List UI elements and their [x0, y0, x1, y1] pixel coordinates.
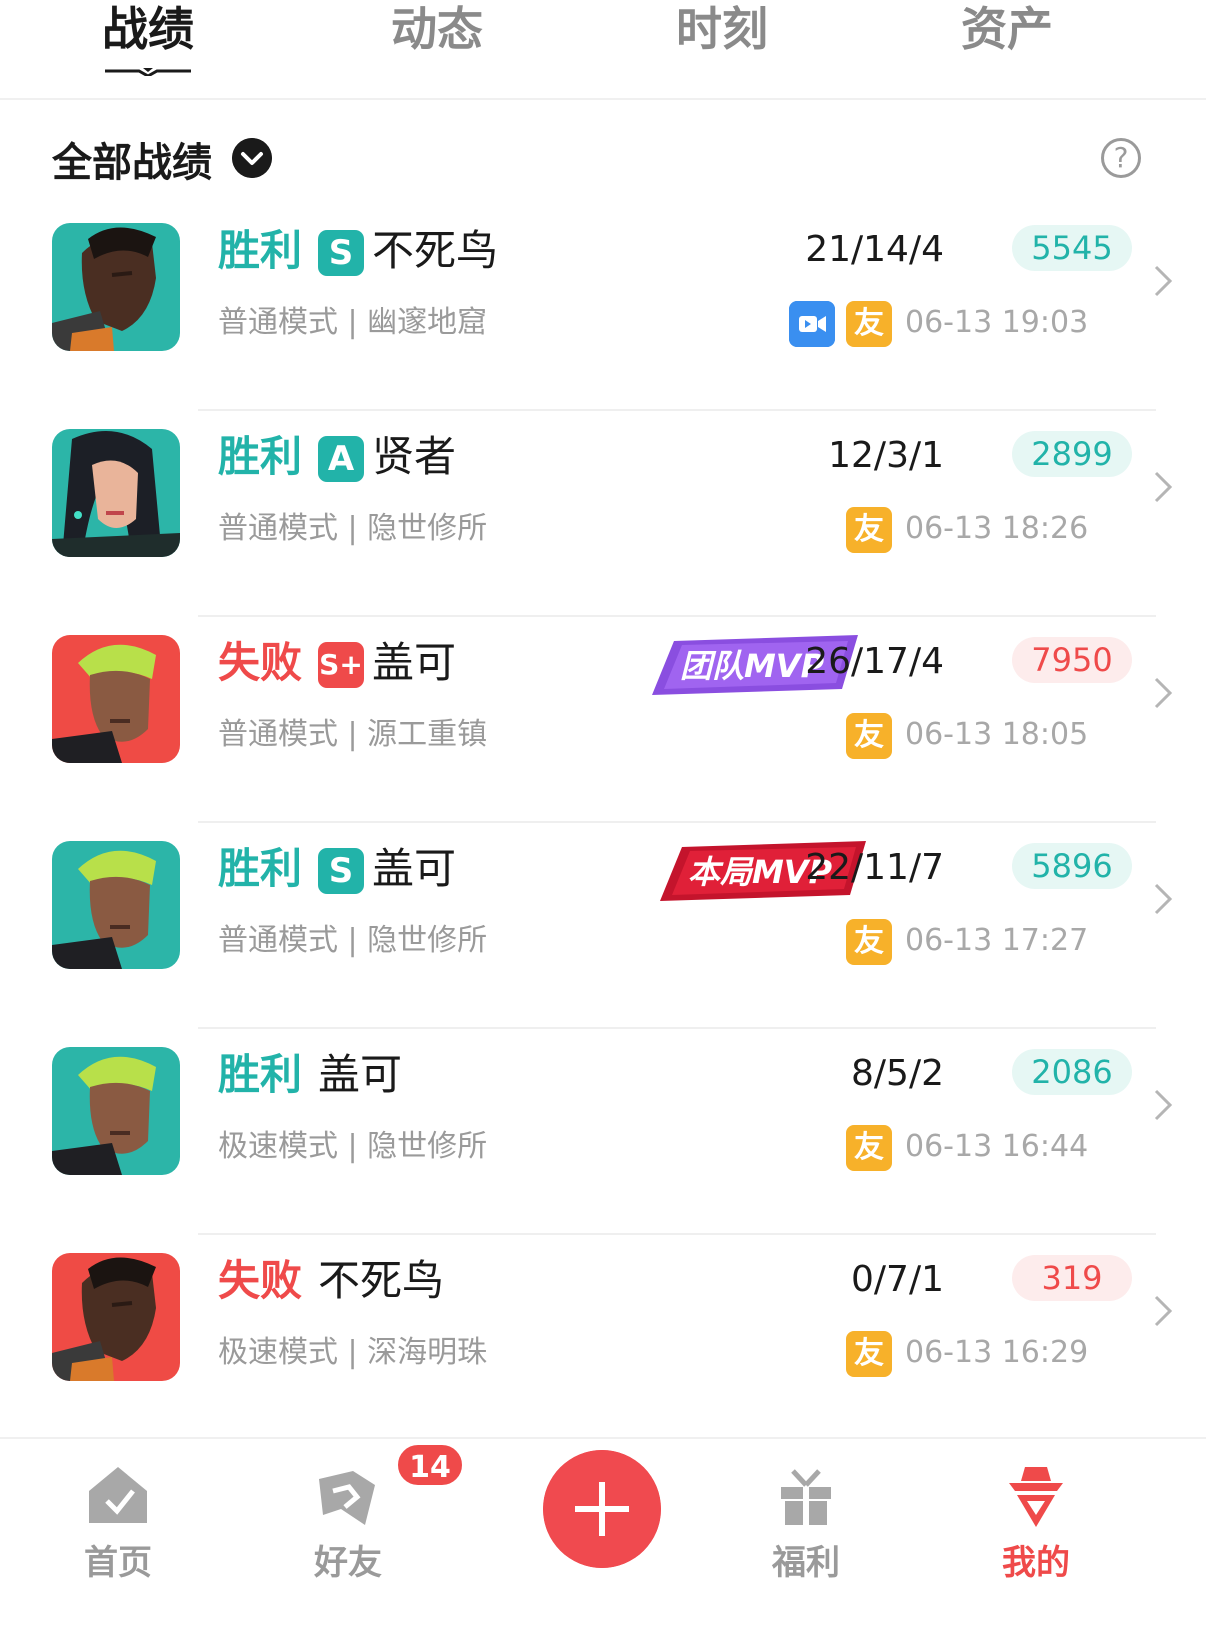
nav-home-label: 首页 — [84, 1543, 152, 1583]
record-row[interactable]: 胜利 S 不死鸟 普通模式 | 幽邃地窟 21/14/4 5545 友 06-1… — [0, 205, 1206, 411]
nav-gift[interactable]: 福利 — [736, 1439, 876, 1643]
match-time: 06-13 16:29 — [905, 1335, 1089, 1370]
chevron-right-icon[interactable] — [1150, 1085, 1176, 1125]
tab-moments[interactable]: 时刻 — [642, 0, 802, 58]
mvp-label: 团队MVP — [680, 647, 825, 685]
filter-row: 全部战绩 ? — [0, 118, 1206, 198]
hero-name: 盖可 — [372, 638, 457, 687]
mode-map: 极速模式 | 深海明珠 — [218, 1335, 488, 1370]
chevron-right-icon[interactable] — [1150, 879, 1176, 919]
result-label: 失败 — [218, 1256, 303, 1305]
record-list: 胜利 S 不死鸟 普通模式 | 幽邃地窟 21/14/4 5545 友 06-1… — [0, 205, 1206, 1441]
result-label: 胜利 — [218, 1050, 303, 1099]
result-label: 失败 — [218, 638, 303, 687]
add-icon[interactable] — [543, 1450, 661, 1568]
tab-assets[interactable]: 资产 — [927, 0, 1087, 58]
kda-value: 0/7/1 — [851, 1259, 944, 1300]
hero-avatar-phoenix — [52, 1253, 180, 1381]
kda-value: 21/14/4 — [805, 229, 944, 270]
hero-avatar-phoenix — [52, 223, 180, 351]
match-time: 06-13 18:05 — [905, 717, 1089, 752]
chevron-right-icon[interactable] — [1150, 467, 1176, 507]
score-badge: 7950 — [1012, 637, 1132, 683]
tab-moments-label: 时刻 — [676, 2, 768, 56]
help-icon[interactable]: ? — [1101, 138, 1141, 178]
grade-badge: S — [318, 848, 364, 894]
grade-badge: A — [318, 436, 364, 482]
friends-unread-badge: 14 — [395, 1442, 465, 1488]
tab-assets-label: 资产 — [961, 2, 1053, 56]
match-time: 06-13 18:26 — [905, 511, 1089, 546]
profile-icon — [1009, 1467, 1063, 1527]
kda-value: 12/3/1 — [828, 435, 944, 476]
friend-badge: 友 — [846, 1125, 892, 1171]
nav-home[interactable]: 首页 — [48, 1439, 188, 1643]
hero-avatar-gekko — [52, 635, 180, 763]
filter-dropdown-label[interactable]: 全部战绩 — [52, 130, 212, 188]
friend-badge: 友 — [846, 713, 892, 759]
nav-friends-label: 好友 — [314, 1543, 382, 1583]
home-icon — [89, 1467, 147, 1523]
kda-value: 26/17/4 — [805, 641, 944, 682]
nav-profile[interactable]: 我的 — [966, 1439, 1106, 1643]
gift-icon — [781, 1469, 831, 1525]
match-time: 06-13 17:27 — [905, 923, 1089, 958]
tab-activity[interactable]: 动态 — [357, 0, 517, 58]
nav-gift-label: 福利 — [772, 1543, 840, 1583]
hero-name: 盖可 — [372, 844, 457, 893]
tab-record[interactable]: 战绩 — [68, 0, 228, 76]
result-label: 胜利 — [218, 226, 303, 275]
record-row[interactable]: 失败 S+ 盖可 团队MVP 普通模式 | 源工重镇 26/17/4 7950 … — [0, 617, 1206, 823]
score-badge: 2086 — [1012, 1049, 1132, 1095]
tab-record-label: 战绩 — [102, 2, 194, 56]
mode-map: 极速模式 | 隐世修所 — [218, 1129, 488, 1164]
hero-name: 不死鸟 — [318, 1256, 445, 1305]
score-badge: 319 — [1012, 1255, 1132, 1301]
kda-value: 22/11/7 — [805, 847, 944, 888]
score-badge: 5545 — [1012, 225, 1132, 271]
hero-avatar-gekko — [52, 1047, 180, 1175]
score-badge: 5896 — [1012, 843, 1132, 889]
record-row[interactable]: 胜利 A 贤者 普通模式 | 隐世修所 12/3/1 2899 友 06-13 … — [0, 411, 1206, 617]
grade-badge: S — [318, 230, 364, 276]
friends-icon — [319, 1471, 375, 1525]
tab-activity-label: 动态 — [391, 2, 483, 56]
score-badge: 2899 — [1012, 431, 1132, 477]
chevron-right-icon[interactable] — [1150, 261, 1176, 301]
match-time: 06-13 16:44 — [905, 1129, 1089, 1164]
mode-map: 普通模式 | 源工重镇 — [218, 717, 488, 752]
friend-badge: 友 — [846, 919, 892, 965]
record-row[interactable]: 失败 不死鸟 极速模式 | 深海明珠 0/7/1 319 友 06-13 16:… — [0, 1235, 1206, 1441]
video-icon[interactable] — [789, 301, 835, 347]
hero-avatar-sage — [52, 429, 180, 557]
match-time: 06-13 19:03 — [905, 305, 1089, 340]
hero-avatar-gekko — [52, 841, 180, 969]
chevron-right-icon[interactable] — [1150, 1291, 1176, 1331]
record-row[interactable]: 胜利 S 盖可 本局MVP 普通模式 | 隐世修所 22/11/7 5896 友… — [0, 823, 1206, 1029]
top-tab-bar: 战绩 动态 时刻 资产 — [0, 0, 1206, 100]
hero-name: 盖可 — [318, 1050, 403, 1099]
tab-active-indicator — [105, 68, 191, 76]
result-label: 胜利 — [218, 432, 303, 481]
friend-badge: 友 — [846, 301, 892, 347]
result-label: 胜利 — [218, 844, 303, 893]
chevron-right-icon[interactable] — [1150, 673, 1176, 713]
kda-value: 8/5/2 — [851, 1053, 944, 1094]
nav-profile-label: 我的 — [1002, 1543, 1070, 1583]
friend-badge: 友 — [846, 1331, 892, 1377]
hero-name: 不死鸟 — [372, 226, 499, 275]
mode-map: 普通模式 | 隐世修所 — [218, 511, 488, 546]
grade-badge: S+ — [318, 642, 364, 688]
record-row[interactable]: 胜利 盖可 极速模式 | 隐世修所 8/5/2 2086 友 06-13 16:… — [0, 1029, 1206, 1235]
mode-map: 普通模式 | 隐世修所 — [218, 923, 488, 958]
friend-badge: 友 — [846, 507, 892, 553]
mode-map: 普通模式 | 幽邃地窟 — [218, 305, 488, 340]
hero-name: 贤者 — [372, 432, 457, 481]
chevron-down-icon[interactable] — [232, 138, 272, 178]
